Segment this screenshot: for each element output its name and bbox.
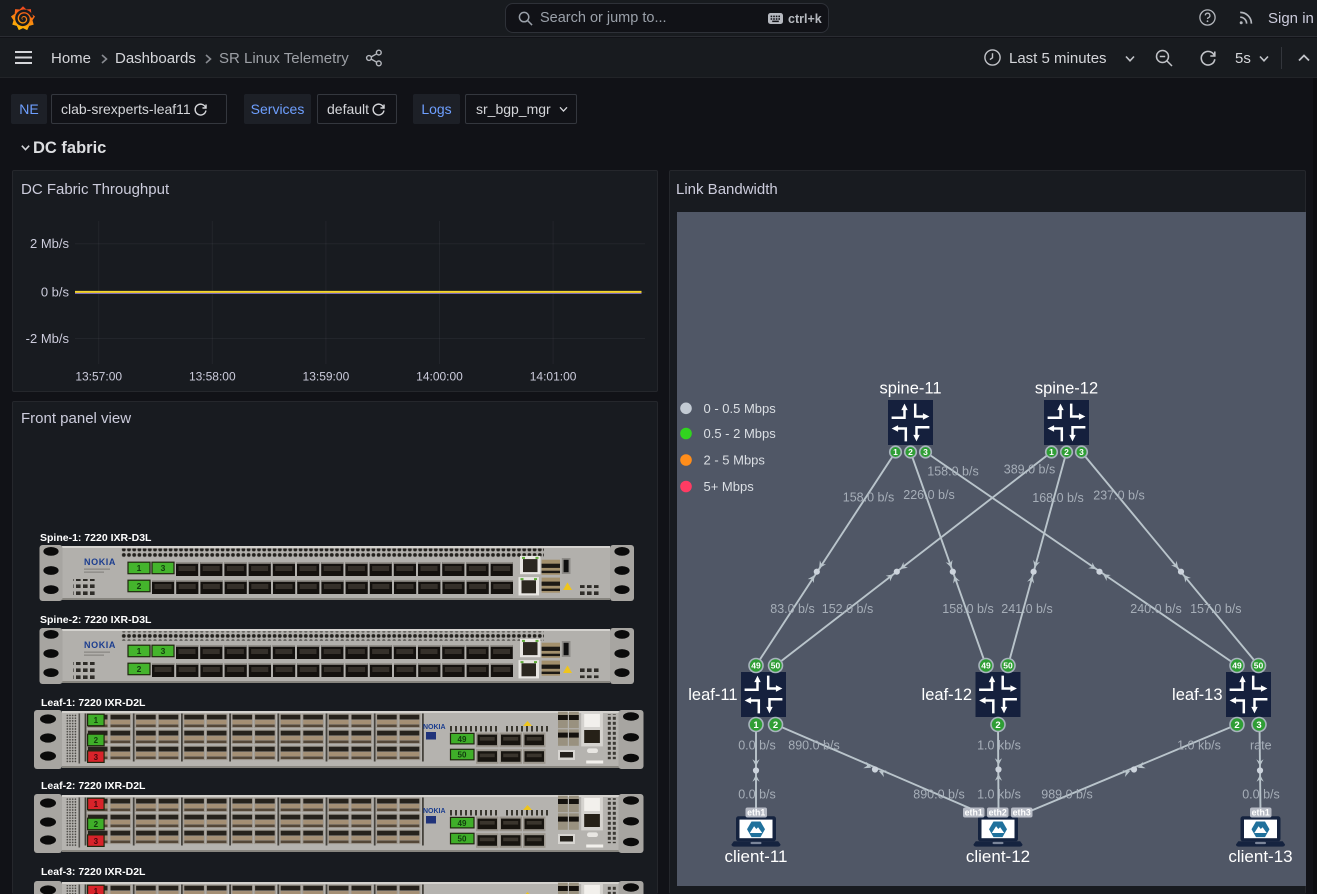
svg-text:237.0 b/s: 237.0 b/s [1093,488,1144,502]
svg-text:eth1: eth1 [1252,808,1270,818]
svg-text:157.0 b/s: 157.0 b/s [1190,602,1241,616]
svg-text:NOKIA: NOKIA [423,724,446,731]
svg-text:Leaf-2: 7220 IXR-D2L: Leaf-2: 7220 IXR-D2L [41,780,146,792]
svg-text:client-11: client-11 [725,847,788,866]
svg-text:890.0 b/s: 890.0 b/s [913,787,964,801]
svg-text:13:58:00: 13:58:00 [189,370,236,384]
svg-text:2 - 5 Mbps: 2 - 5 Mbps [704,453,766,468]
svg-text:Spine-2: 7220 IXR-D3L: Spine-2: 7220 IXR-D3L [40,614,152,626]
svg-text:3: 3 [1256,720,1261,731]
svg-text:0.5 - 2 Mbps: 0.5 - 2 Mbps [704,426,777,441]
svg-text:2: 2 [908,447,913,457]
svg-text:14:00:00: 14:00:00 [416,370,463,384]
svg-text:3: 3 [161,563,166,573]
svg-text:leaf-13: leaf-13 [1172,686,1222,704]
svg-text:2: 2 [1064,447,1069,457]
svg-text:1: 1 [94,887,99,894]
svg-text:client-12: client-12 [966,847,1030,866]
svg-text:eth2: eth2 [989,808,1007,818]
svg-text:1: 1 [94,800,99,809]
svg-text:49: 49 [1232,661,1242,671]
svg-text:2: 2 [137,664,142,674]
svg-text:226.0 b/s: 226.0 b/s [903,488,954,502]
svg-text:14:01:00: 14:01:00 [530,370,577,384]
svg-text:50: 50 [1254,661,1264,671]
svg-text:1: 1 [137,563,142,573]
svg-text:3: 3 [94,837,99,846]
svg-text:168.0 b/s: 168.0 b/s [1032,491,1083,505]
svg-text:1: 1 [753,720,759,731]
svg-text:spine-11: spine-11 [879,380,941,398]
svg-text:1.0 kb/s: 1.0 kb/s [977,787,1021,801]
svg-text:0.0 b/s: 0.0 b/s [738,787,776,801]
svg-text:50: 50 [1003,661,1013,671]
svg-text:eth3: eth3 [1013,808,1031,818]
svg-text:2: 2 [773,720,778,731]
svg-text:client-13: client-13 [1228,847,1292,866]
svg-text:2: 2 [137,581,142,591]
svg-text:158.0 b/s: 158.0 b/s [942,602,993,616]
svg-text:241.0 b/s: 241.0 b/s [1001,602,1052,616]
svg-text:2: 2 [94,820,99,829]
svg-text:158.0 b/s: 158.0 b/s [927,464,978,478]
svg-text:0 - 0.5 Mbps: 0 - 0.5 Mbps [704,401,777,416]
svg-text:158.0 b/s: 158.0 b/s [843,490,894,504]
svg-text:2: 2 [1234,720,1239,731]
svg-text:1.0 kb/s: 1.0 kb/s [977,738,1021,752]
svg-text:83.0 b/s: 83.0 b/s [770,602,814,616]
svg-text:Spine-1: 7220 IXR-D3L: Spine-1: 7220 IXR-D3L [40,532,152,544]
svg-text:0.0 b/s: 0.0 b/s [1242,787,1280,801]
svg-text:49: 49 [458,735,467,744]
svg-text:1: 1 [1049,447,1054,457]
svg-text:1: 1 [137,646,142,656]
svg-text:240.0 b/s: 240.0 b/s [1130,602,1181,616]
svg-text:3: 3 [161,646,166,656]
svg-text:eth1: eth1 [965,808,983,818]
svg-text:50: 50 [458,751,467,760]
svg-text:1: 1 [94,716,99,725]
svg-text:13:59:00: 13:59:00 [303,370,350,384]
svg-text:49: 49 [981,661,991,671]
svg-text:989.0 b/s: 989.0 b/s [1041,787,1092,801]
svg-text:152.0 b/s: 152.0 b/s [822,602,873,616]
svg-text:Leaf-3: 7220 IXR-D2L: Leaf-3: 7220 IXR-D2L [41,866,146,878]
svg-text:leaf-11: leaf-11 [688,686,737,704]
svg-text:49: 49 [751,661,761,671]
svg-text:50: 50 [458,835,467,844]
svg-text:49: 49 [458,819,467,828]
svg-text:2: 2 [995,720,1000,731]
svg-text:5+ Mbps: 5+ Mbps [704,479,755,494]
svg-text:NOKIA: NOKIA [84,557,116,567]
svg-text:3: 3 [1079,447,1084,457]
svg-text:1: 1 [893,447,898,457]
svg-text:890.0 b/s: 890.0 b/s [788,738,839,752]
svg-text:Leaf-1: 7220 IXR-D2L: Leaf-1: 7220 IXR-D2L [41,697,146,709]
svg-text:3: 3 [923,447,928,457]
svg-text:0 b/s: 0 b/s [41,285,70,300]
svg-text:389.0 b/s: 389.0 b/s [1004,462,1055,476]
svg-text:3: 3 [94,753,99,762]
svg-text:13:57:00: 13:57:00 [75,370,122,384]
svg-text:NOKIA: NOKIA [84,640,116,650]
svg-text:2 Mb/s: 2 Mb/s [30,236,70,251]
svg-text:leaf-12: leaf-12 [922,686,972,704]
svg-text:spine-12: spine-12 [1035,380,1098,398]
svg-text:50: 50 [771,661,781,671]
svg-text:eth1: eth1 [747,808,765,818]
svg-text:NOKIA: NOKIA [423,808,446,815]
svg-text:rate: rate [1250,738,1272,752]
svg-text:2: 2 [94,736,99,745]
svg-text:1.0 kb/s: 1.0 kb/s [1177,738,1221,752]
svg-text:0.0 b/s: 0.0 b/s [738,738,776,752]
svg-text:-2 Mb/s: -2 Mb/s [26,331,70,346]
